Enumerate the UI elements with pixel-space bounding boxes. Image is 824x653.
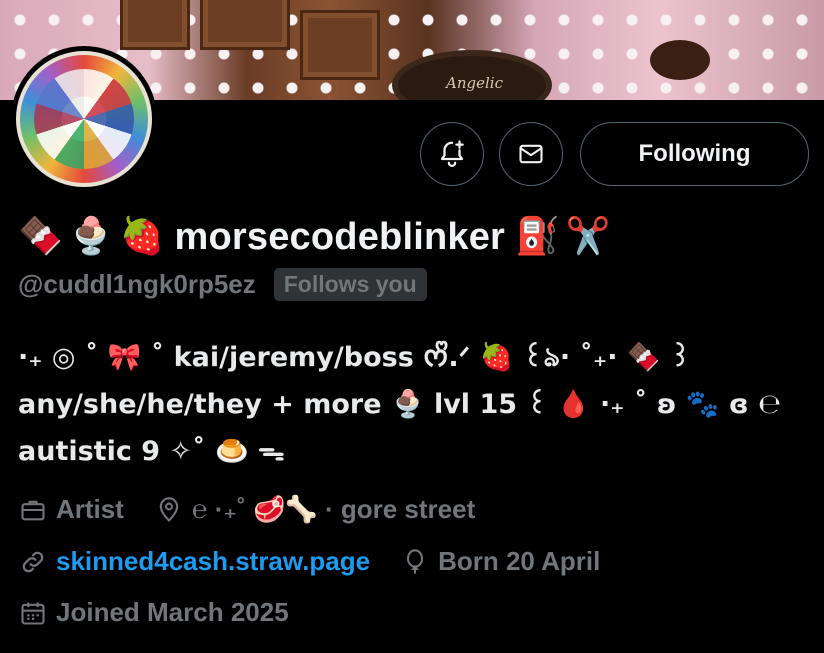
banner-cake-label: Angelic (446, 74, 503, 92)
profile-page: Angelic Following 🍫 🍨 🍓 morsecodeblinker… (0, 0, 824, 653)
message-button[interactable] (499, 122, 563, 186)
calendar-icon (18, 598, 48, 628)
banner-chocolate (200, 0, 290, 50)
link-icon (18, 547, 48, 577)
profile-bio: ·₊ ◎ ˚ 🎀 ˚ kai/jeremy/boss ᰔᩚ.ᐟ 🍓 ꒰ঌ· ˚₊… (18, 334, 808, 475)
user-handle: @cuddl1ngk0rp5ez (18, 269, 256, 299)
profile-meta-row: Joined March 2025 (18, 597, 319, 628)
birthday-item: Born 20 April (400, 546, 600, 577)
bio-line: ·₊ ◎ ˚ 🎀 ˚ kai/jeremy/boss ᰔᩚ.ᐟ 🍓 ꒰ঌ· ˚₊… (18, 342, 692, 373)
follows-you-badge: Follows you (273, 268, 427, 301)
balloon-icon (400, 547, 430, 577)
banner-bow (650, 40, 710, 80)
notify-button[interactable] (420, 122, 484, 186)
joined-label: Joined March 2025 (56, 597, 289, 627)
category-label: Artist (56, 494, 124, 524)
banner-chocolate (120, 0, 190, 50)
location-label: ℮ ·₊˚ 🥩🦴 · gore street (191, 494, 476, 524)
bio-line: autistic 9 ✧˚ 🍮 ᯓ (18, 436, 285, 467)
briefcase-icon (18, 495, 48, 525)
handle-row: @cuddl1ngk0rp5ez Follows you (18, 268, 427, 301)
name-emoji: 🍫 (18, 216, 63, 257)
category-item: Artist (18, 494, 124, 525)
envelope-icon (519, 144, 543, 164)
birthday-label: Born 20 April (438, 546, 601, 576)
bio-line: any/she/he/they + more 🍨 lvl 15 ꒰ 🩸 ·₊ ˚… (18, 389, 782, 420)
display-name-row: 🍫 🍨 🍓 morsecodeblinker ⛽ ✂️ (18, 210, 611, 264)
profile-meta-row: Artist ℮ ·₊˚ 🥩🦴 · gore street (18, 494, 505, 525)
joined-item: Joined March 2025 (18, 597, 289, 628)
following-button[interactable]: Following (580, 122, 809, 186)
avatar-image (16, 51, 152, 187)
location-pin-icon (154, 495, 184, 525)
name-emoji: ⛽ (515, 216, 560, 257)
name-emoji: 🍨 (68, 216, 114, 257)
location-item: ℮ ·₊˚ 🥩🦴 · gore street (154, 494, 475, 525)
profile-meta-row: skinned4cash.straw.page Born 20 April (18, 546, 630, 577)
name-emoji: 🍓 (119, 216, 165, 257)
name-emoji: ✂️ (565, 216, 611, 257)
bell-plus-icon (440, 140, 464, 167)
website-link[interactable]: skinned4cash.straw.page (56, 546, 370, 577)
banner-chocolate (300, 10, 380, 80)
avatar[interactable] (11, 46, 157, 192)
website-item[interactable]: skinned4cash.straw.page (18, 546, 370, 577)
display-name: morsecodeblinker (174, 215, 506, 258)
